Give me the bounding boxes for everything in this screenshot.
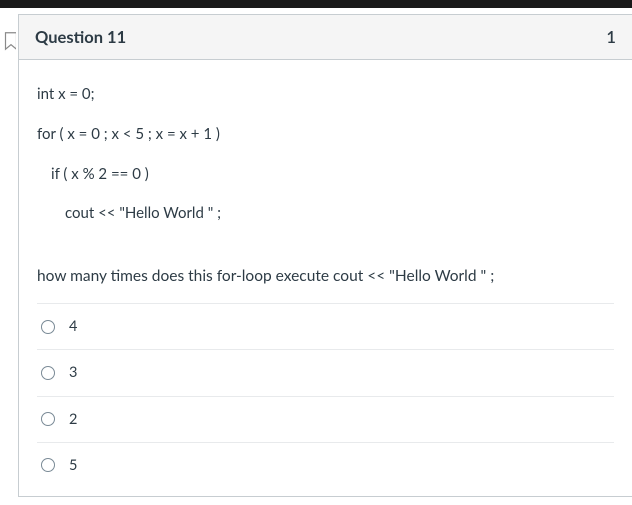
window-top-bar [0, 0, 632, 8]
question-container: Question 11 1 int x = 0; for ( x = 0 ; x… [0, 14, 632, 497]
question-points: 1 [606, 27, 616, 47]
option-row[interactable]: 4 [37, 304, 614, 350]
option-label: 5 [69, 455, 77, 476]
question-title: Question 11 [35, 27, 126, 47]
code-line-4: cout << "Hello World " ; [37, 203, 614, 225]
bookmark-icon[interactable] [0, 30, 16, 52]
option-label: 4 [69, 316, 77, 337]
answer-options: 4 3 2 5 [37, 303, 614, 487]
bookmark-sidebar [0, 14, 16, 497]
code-line-1: int x = 0; [37, 84, 614, 106]
option-row[interactable]: 5 [37, 443, 614, 488]
radio-icon [41, 320, 55, 334]
code-line-2: for ( x = 0 ; x < 5 ; x = x + 1 ) [37, 124, 614, 146]
option-row[interactable]: 2 [37, 397, 614, 443]
radio-icon [41, 412, 55, 426]
option-row[interactable]: 3 [37, 350, 614, 396]
question-prompt: how many times does this for-loop execut… [37, 265, 614, 287]
question-header: Question 11 1 [19, 15, 632, 60]
radio-icon [41, 458, 55, 472]
radio-icon [41, 366, 55, 380]
option-label: 2 [69, 409, 77, 430]
option-label: 3 [69, 362, 77, 383]
question-body: int x = 0; for ( x = 0 ; x < 5 ; x = x +… [19, 60, 632, 496]
code-line-3: if ( x % 2 == 0 ) [37, 164, 614, 186]
question-panel: Question 11 1 int x = 0; for ( x = 0 ; x… [18, 14, 632, 497]
code-block: int x = 0; for ( x = 0 ; x < 5 ; x = x +… [37, 84, 614, 225]
